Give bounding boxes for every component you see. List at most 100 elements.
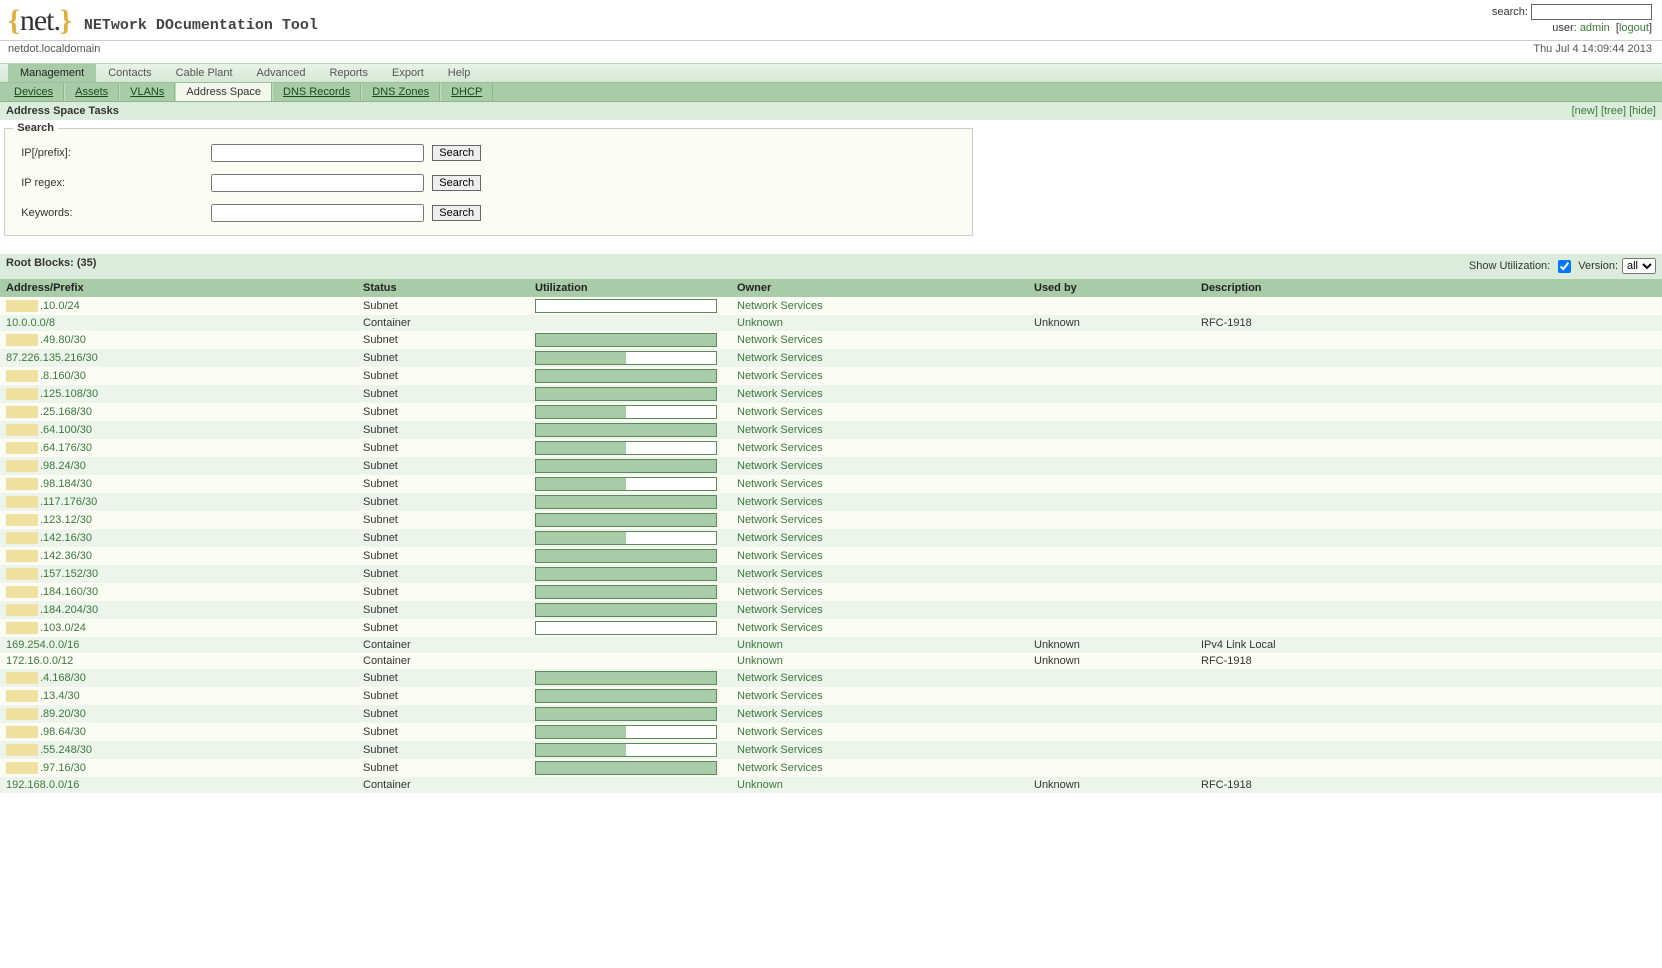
main-tab-help[interactable]: Help: [436, 64, 483, 82]
cell-usedby: [1028, 547, 1195, 565]
address-link[interactable]: .13.4/30: [40, 690, 80, 702]
action-new[interactable]: [new]: [1572, 105, 1598, 117]
owner-link[interactable]: Unknown: [737, 655, 783, 667]
address-link[interactable]: .98.24/30: [40, 460, 86, 472]
address-link[interactable]: .142.16/30: [40, 532, 92, 544]
main-tab-export[interactable]: Export: [380, 64, 436, 82]
owner-link[interactable]: Network Services: [737, 496, 823, 508]
redacted-block: [6, 690, 38, 702]
search-label: search:: [1492, 6, 1528, 18]
cell-usedby: [1028, 529, 1195, 547]
owner-link[interactable]: Network Services: [737, 586, 823, 598]
owner-link[interactable]: Network Services: [737, 334, 823, 346]
address-link[interactable]: .55.248/30: [40, 744, 92, 756]
owner-link[interactable]: Network Services: [737, 726, 823, 738]
owner-link[interactable]: Network Services: [737, 514, 823, 526]
cell-utilization: [529, 385, 731, 403]
action-hide[interactable]: [hide]: [1629, 105, 1656, 117]
show-util-checkbox[interactable]: [1558, 260, 1571, 273]
address-link[interactable]: .123.12/30: [40, 514, 92, 526]
owner-link[interactable]: Network Services: [737, 550, 823, 562]
sub-tab-devices[interactable]: Devices: [4, 83, 64, 101]
sub-tab-dhcp[interactable]: DHCP: [440, 83, 493, 101]
address-link[interactable]: .125.108/30: [40, 388, 98, 400]
owner-link[interactable]: Network Services: [737, 460, 823, 472]
address-link[interactable]: 172.16.0.0/12: [6, 655, 73, 667]
search-button[interactable]: Search: [432, 145, 481, 161]
sub-tab-assets[interactable]: Assets: [64, 83, 119, 101]
sub-tab-dns-zones[interactable]: DNS Zones: [361, 83, 440, 101]
sub-tab-dns-records[interactable]: DNS Records: [272, 83, 361, 101]
owner-link[interactable]: Network Services: [737, 406, 823, 418]
owner-link[interactable]: Network Services: [737, 370, 823, 382]
address-link[interactable]: 10.0.0.0/8: [6, 317, 55, 329]
address-link[interactable]: .4.168/30: [40, 672, 86, 684]
address-link[interactable]: .64.100/30: [40, 424, 92, 436]
search-button[interactable]: Search: [432, 205, 481, 221]
address-link[interactable]: 192.168.0.0/16: [6, 779, 79, 791]
address-link[interactable]: .103.0/24: [40, 622, 86, 634]
cell-usedby: [1028, 493, 1195, 511]
search-field-input[interactable]: [211, 144, 424, 162]
address-link[interactable]: .97.16/30: [40, 762, 86, 774]
address-link[interactable]: .8.160/30: [40, 370, 86, 382]
address-link[interactable]: .10.0/24: [40, 300, 80, 312]
redacted-block: [6, 460, 38, 472]
owner-link[interactable]: Network Services: [737, 532, 823, 544]
address-link[interactable]: .49.80/30: [40, 334, 86, 346]
owner-link[interactable]: Network Services: [737, 352, 823, 364]
search-field-input[interactable]: [211, 174, 424, 192]
sub-tab-address-space[interactable]: Address Space: [175, 83, 272, 101]
owner-link[interactable]: Network Services: [737, 744, 823, 756]
cell-owner: Network Services: [731, 547, 1028, 565]
address-link[interactable]: .157.152/30: [40, 568, 98, 580]
owner-link[interactable]: Unknown: [737, 639, 783, 651]
owner-link[interactable]: Network Services: [737, 690, 823, 702]
owner-link[interactable]: Network Services: [737, 478, 823, 490]
user-link[interactable]: admin: [1580, 22, 1610, 34]
owner-link[interactable]: Network Services: [737, 424, 823, 436]
cell-status: Container: [357, 315, 529, 331]
search-field-input[interactable]: [211, 204, 424, 222]
cell-owner: Network Services: [731, 297, 1028, 315]
owner-link[interactable]: Network Services: [737, 300, 823, 312]
address-link[interactable]: .64.176/30: [40, 442, 92, 454]
owner-link[interactable]: Network Services: [737, 762, 823, 774]
cell-address: .55.248/30: [0, 741, 357, 759]
redacted-block: [6, 496, 38, 508]
owner-link[interactable]: Unknown: [737, 317, 783, 329]
owner-link[interactable]: Network Services: [737, 568, 823, 580]
owner-link[interactable]: Network Services: [737, 622, 823, 634]
utilization-bar: [535, 707, 717, 721]
owner-link[interactable]: Network Services: [737, 388, 823, 400]
main-tab-advanced[interactable]: Advanced: [245, 64, 318, 82]
address-link[interactable]: .117.176/30: [40, 496, 97, 508]
main-tab-contacts[interactable]: Contacts: [96, 64, 163, 82]
address-link[interactable]: .184.204/30: [40, 604, 98, 616]
main-tab-cable-plant[interactable]: Cable Plant: [164, 64, 245, 82]
owner-link[interactable]: Unknown: [737, 779, 783, 791]
owner-link[interactable]: Network Services: [737, 708, 823, 720]
cell-utilization: [529, 475, 731, 493]
action-tree[interactable]: [tree]: [1601, 105, 1626, 117]
owner-link[interactable]: Network Services: [737, 604, 823, 616]
address-link[interactable]: 169.254.0.0/16: [6, 639, 79, 651]
owner-link[interactable]: Network Services: [737, 442, 823, 454]
global-search-input[interactable]: [1531, 4, 1652, 20]
version-select[interactable]: all: [1622, 258, 1656, 274]
address-link[interactable]: .98.184/30: [40, 478, 92, 490]
address-link[interactable]: .142.36/30: [40, 550, 92, 562]
cell-utilization: [529, 653, 731, 669]
address-link[interactable]: .98.64/30: [40, 726, 86, 738]
logout-link[interactable]: logout: [1619, 22, 1649, 34]
address-link[interactable]: .89.20/30: [40, 708, 86, 720]
address-link[interactable]: .184.160/30: [40, 586, 98, 598]
search-button[interactable]: Search: [432, 175, 481, 191]
sub-tab-vlans[interactable]: VLANs: [119, 83, 175, 101]
main-tab-reports[interactable]: Reports: [317, 64, 380, 82]
owner-link[interactable]: Network Services: [737, 672, 823, 684]
main-tab-management[interactable]: Management: [8, 64, 96, 82]
search-row: IP[/prefix]:Search: [13, 138, 963, 168]
address-link[interactable]: 87.226.135.216/30: [6, 352, 98, 364]
address-link[interactable]: .25.168/30: [40, 406, 92, 418]
